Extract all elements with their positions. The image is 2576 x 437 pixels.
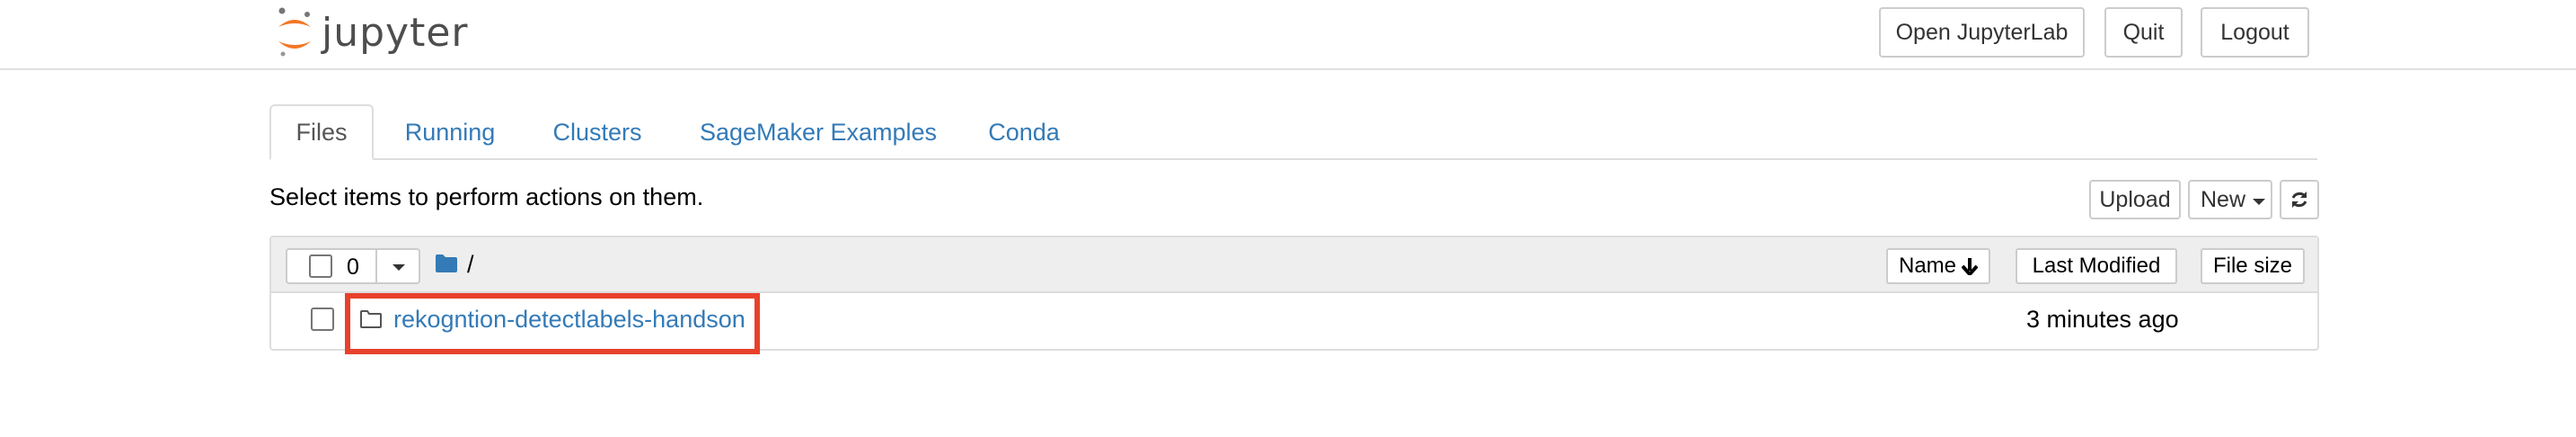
row-checkbox[interactable] — [311, 308, 334, 331]
select-all-checkbox[interactable] — [309, 254, 332, 278]
select-all-group[interactable]: 0 — [286, 248, 420, 284]
refresh-button[interactable] — [2280, 180, 2319, 219]
jupyter-logo-icon — [278, 7, 311, 57]
tab-sagemaker-examples[interactable]: SageMaker Examples — [688, 104, 948, 160]
sort-by-file-size-button[interactable]: File size — [2201, 248, 2305, 284]
sort-by-last-modified-button[interactable]: Last Modified — [2016, 248, 2177, 284]
selected-count: 0 — [347, 254, 359, 280]
sort-by-name-button[interactable]: Name — [1886, 248, 1990, 284]
logout-button[interactable]: Logout — [2201, 7, 2309, 58]
caret-down-icon — [2253, 198, 2266, 205]
header-bar: jupyter Open JupyterLab Quit Logout — [0, 0, 2576, 70]
highlight-box — [345, 293, 760, 354]
refresh-icon — [2291, 192, 2307, 208]
tab-files[interactable]: Files — [269, 104, 374, 160]
new-button-label: New — [2201, 186, 2246, 212]
select-group-divider — [375, 250, 377, 282]
open-jupyterlab-button[interactable]: Open JupyterLab — [1879, 7, 2085, 58]
arrow-down-icon — [1962, 258, 1979, 275]
tab-bar: Files Running Clusters SageMaker Example… — [269, 104, 2317, 160]
jupyter-logo[interactable]: jupyter — [275, 4, 469, 61]
logo-text: jupyter — [322, 9, 469, 56]
tab-conda[interactable]: Conda — [979, 104, 1069, 160]
tab-running[interactable]: Running — [392, 104, 508, 160]
tab-clusters[interactable]: Clusters — [539, 104, 656, 160]
quit-button[interactable]: Quit — [2104, 7, 2183, 58]
folder-icon[interactable] — [435, 254, 458, 273]
upload-button[interactable]: Upload — [2089, 180, 2181, 219]
breadcrumb-root[interactable]: / — [467, 251, 474, 279]
name-column-label: Name — [1898, 254, 1957, 278]
new-dropdown-button[interactable]: New — [2188, 180, 2272, 219]
caret-down-icon[interactable] — [393, 264, 405, 271]
selection-hint: Select items to perform actions on them. — [269, 183, 704, 210]
file-list-header: 0 / Name Last Modified File size — [271, 237, 2317, 293]
last-modified-value: 3 minutes ago — [2026, 306, 2179, 333]
